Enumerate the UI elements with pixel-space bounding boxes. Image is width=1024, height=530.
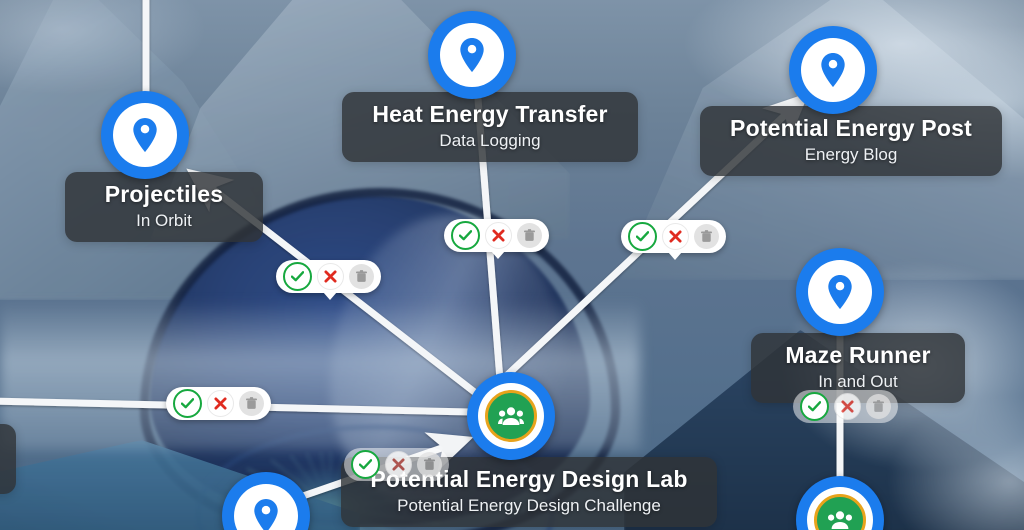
trash-icon [524,229,535,241]
node-marker-projectiles[interactable] [101,91,189,179]
delete-button[interactable] [417,452,442,477]
reject-button[interactable] [207,390,234,417]
group-icon [498,407,524,425]
check-circle-icon [636,231,649,242]
node-label-heat-energy-transfer[interactable]: Heat Energy Transfer Data Logging [342,92,638,163]
node-subtitle: In and Out [818,371,898,391]
approve-button[interactable] [451,221,480,250]
check-circle-icon [808,401,821,412]
map-pin-icon [828,275,852,309]
check-circle-icon [359,459,372,470]
reject-button[interactable] [834,393,861,420]
delete-button[interactable] [694,224,719,249]
node-subtitle: In Orbit [136,210,192,230]
x-icon [324,270,337,283]
node-label-potential-energy-post[interactable]: Potential Energy Post Energy Blog [700,106,1002,177]
reject-button[interactable] [385,451,412,478]
reject-button[interactable] [317,263,344,290]
node-subtitle: Data Logging [439,130,541,150]
map-pin-icon [460,38,484,72]
node-subtitle: Potential Energy Design Challenge [397,495,661,515]
partial-label-card-left [0,424,16,494]
map-pin-icon [254,499,278,530]
map-pin-icon [821,53,845,87]
node-marker-heat-energy-transfer[interactable] [428,11,516,99]
x-icon [492,229,505,242]
approve-button[interactable] [800,392,829,421]
check-circle-icon [459,230,472,241]
reject-button[interactable] [662,223,689,250]
check-circle-icon [181,398,194,409]
pill-tail [667,252,682,260]
node-marker-potential-energy-design-lab[interactable] [467,372,555,460]
node-marker-potential-energy-post[interactable] [789,26,877,114]
node-label-projectiles[interactable]: Projectiles In Orbit [65,172,263,243]
reject-button[interactable] [485,222,512,249]
node-marker-maze-runner[interactable] [796,248,884,336]
edge-action-pill-potential-post[interactable] [621,220,726,260]
edge-action-pill-design-lab[interactable] [344,448,449,481]
x-icon [392,458,405,471]
approve-button[interactable] [283,262,312,291]
node-title: Maze Runner [785,342,931,368]
edge-action-pill-projectiles[interactable] [276,260,381,300]
delete-button[interactable] [349,264,374,289]
x-icon [669,230,682,243]
trash-icon [701,230,712,242]
approve-button[interactable] [628,222,657,251]
trash-icon [356,270,367,282]
edge-action-pill-maze-runner[interactable] [793,390,898,423]
node-title: Potential Energy Post [730,115,972,141]
node-title: Heat Energy Transfer [372,101,608,127]
edge-action-pill-heat-energy[interactable] [444,219,549,259]
delete-button[interactable] [239,391,264,416]
map-pin-icon [133,118,157,152]
x-icon [214,397,227,410]
approve-button[interactable] [173,389,202,418]
pill-tail [322,292,337,300]
node-title: Projectiles [104,181,224,207]
trash-icon [246,397,257,409]
delete-button[interactable] [866,394,891,419]
x-icon [841,400,854,413]
trash-icon [873,400,884,412]
group-icon [828,511,852,529]
network-map-canvas[interactable]: Heat Energy Transfer Data Logging Potent… [0,0,1024,530]
approve-button[interactable] [351,450,380,479]
delete-button[interactable] [517,223,542,248]
edge-action-pill-left-edge[interactable] [166,387,271,420]
node-subtitle: Energy Blog [804,144,898,164]
trash-icon [424,458,435,470]
check-circle-icon [291,271,304,282]
pill-tail [490,251,505,259]
